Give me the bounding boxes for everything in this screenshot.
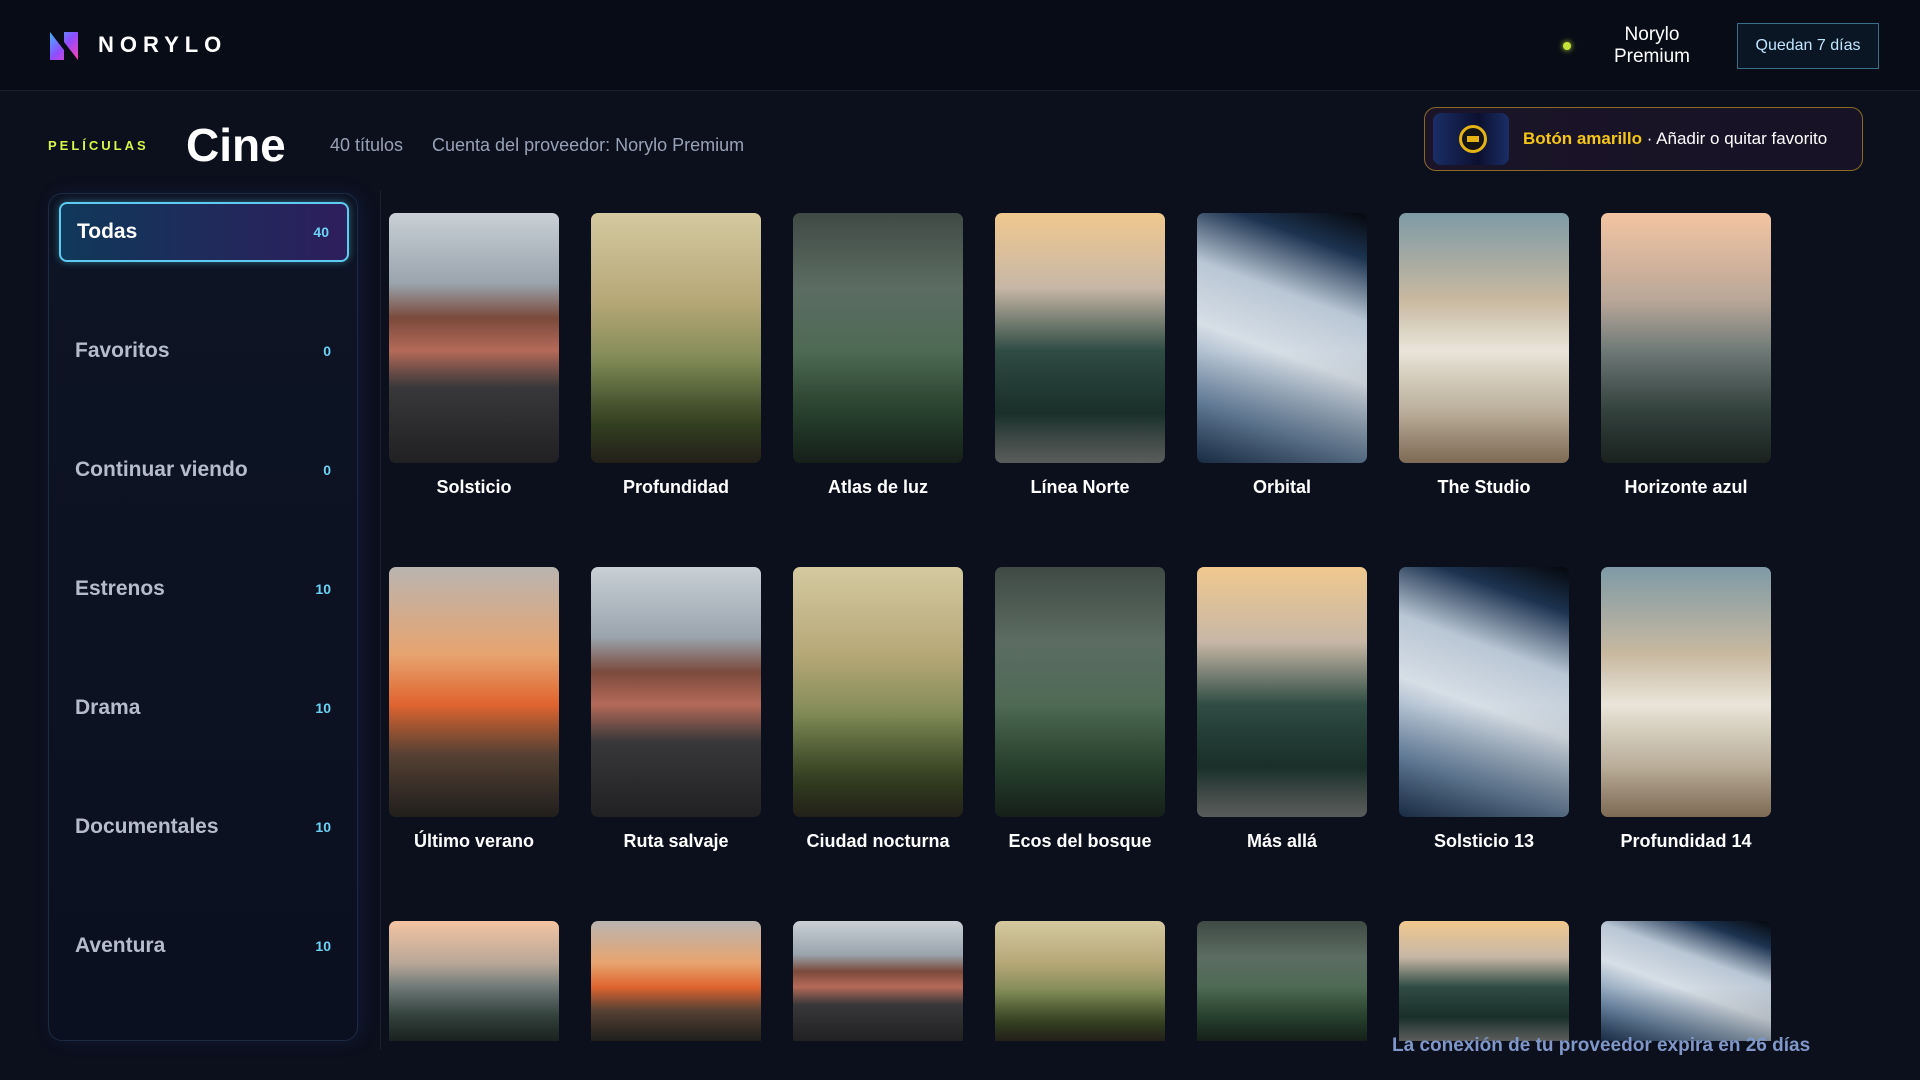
movie-poster	[995, 567, 1165, 817]
movie-title: Orbital	[1252, 477, 1311, 497]
sidebar-item-aventura[interactable]: Aventura 10	[59, 916, 349, 976]
movie-poster	[1197, 567, 1367, 817]
movie-title: Solsticio 13	[1433, 831, 1535, 851]
movie-poster	[591, 921, 761, 1041]
movie-card[interactable]: Solsticio	[389, 213, 559, 498]
sidebar-item-count: 10	[315, 819, 331, 835]
movie-card[interactable]	[793, 921, 963, 1041]
trial-days-button[interactable]: Quedan 7 días	[1737, 23, 1879, 69]
hint-key: Botón amarillo	[1523, 129, 1643, 148]
movie-title: Horizonte azul	[1624, 477, 1748, 497]
movie-poster	[389, 921, 559, 1041]
movie-card[interactable]	[1601, 921, 1771, 1041]
page-title: Cine	[186, 119, 286, 171]
movie-card[interactable]	[591, 921, 761, 1041]
favorite-hint: Botón amarillo · Añadir o quitar favorit…	[1424, 107, 1863, 171]
movie-title: Profundidad	[623, 477, 729, 497]
movie-card[interactable]: Profundidad 14	[1601, 567, 1771, 852]
sidebar-item-favoritos[interactable]: Favoritos 0	[59, 321, 349, 381]
movie-title: Solsticio	[436, 477, 512, 497]
movie-card[interactable]: Último verano	[389, 567, 559, 852]
sidebar-item-documentales[interactable]: Documentales 10	[59, 797, 349, 857]
sidebar-item-todas[interactable]: Todas 40	[59, 202, 349, 262]
hint-text: Botón amarillo · Añadir o quitar favorit…	[1523, 129, 1827, 149]
movie-card[interactable]: Horizonte azul	[1601, 213, 1771, 498]
movie-poster	[793, 213, 963, 463]
sidebar-item-estrenos[interactable]: Estrenos 10	[59, 559, 349, 619]
movie-card[interactable]: Más allá	[1197, 567, 1367, 852]
movie-poster	[1601, 213, 1771, 463]
movie-card[interactable]: Profundidad	[591, 213, 761, 498]
sidebar-item-label: Aventura	[75, 934, 166, 957]
movie-poster	[1197, 213, 1367, 463]
movie-card[interactable]	[1399, 921, 1569, 1041]
movie-title: Ciudad nocturna	[806, 831, 950, 851]
movie-title: Ecos del bosque	[1008, 831, 1152, 851]
movie-card[interactable]	[995, 921, 1165, 1041]
movie-card[interactable]	[389, 921, 559, 1041]
movie-card[interactable]: Solsticio 13	[1399, 567, 1569, 852]
sidebar-item-count: 0	[323, 343, 331, 359]
sidebar-item-label: Favoritos	[75, 339, 170, 362]
movie-poster	[389, 213, 559, 463]
movie-title: Último verano	[413, 831, 535, 851]
connection-status-dot	[1563, 42, 1571, 50]
movie-title: Atlas de luz	[827, 477, 929, 497]
movie-card[interactable]: Ecos del bosque	[995, 567, 1165, 852]
sidebar-item-count: 10	[315, 700, 331, 716]
top-bar: NORYLO Norylo Premium Quedan 7 días	[0, 0, 1920, 91]
sidebar-item-count: 10	[315, 581, 331, 597]
movie-title: Profundidad 14	[1620, 831, 1752, 851]
provider-account: Cuenta del proveedor: Norylo Premium	[432, 135, 745, 155]
sidebar-item-label: Continuar viendo	[75, 458, 248, 481]
movie-title: Ruta salvaje	[623, 831, 729, 851]
brand-name: NORYLO	[98, 32, 228, 57]
movie-poster	[1399, 213, 1569, 463]
movie-title: Más allá	[1246, 831, 1318, 851]
sidebar-item-label: Drama	[75, 696, 141, 719]
movie-poster	[1399, 567, 1569, 817]
movie-poster	[591, 567, 761, 817]
movie-poster	[1399, 921, 1569, 1041]
movie-card[interactable]: Ciudad nocturna	[793, 567, 963, 852]
movie-card[interactable]: The Studio	[1399, 213, 1569, 498]
provider-expiry-message: La conexión de tu proveedor expira en 26…	[1392, 1035, 1811, 1056]
sidebar-item-count: 40	[313, 224, 329, 240]
sidebar-item-count: 10	[315, 938, 331, 954]
sidebar-item-count: 0	[323, 462, 331, 478]
category-sidebar: Todas 40 Favoritos 0 Continuar viendo 0 …	[48, 193, 358, 1041]
movie-poster	[793, 567, 963, 817]
sidebar-item-label: Documentales	[75, 815, 219, 838]
sidebar-item-drama[interactable]: Drama 10	[59, 678, 349, 738]
movie-poster	[591, 213, 761, 463]
section-eyebrow: PELÍCULAS	[48, 138, 149, 153]
movie-poster	[389, 567, 559, 817]
movie-poster	[1197, 921, 1367, 1041]
movie-poster	[995, 921, 1165, 1041]
remote-control-icon	[1433, 113, 1509, 165]
movie-card[interactable]: Ruta salvaje	[591, 567, 761, 852]
movie-poster	[793, 921, 963, 1041]
movie-card[interactable]: Línea Norte	[995, 213, 1165, 498]
movie-poster	[1601, 567, 1771, 817]
norylo-logo-icon	[50, 32, 78, 60]
sidebar-item-continuar-viendo[interactable]: Continuar viendo 0	[59, 440, 349, 500]
movie-title: The Studio	[1437, 477, 1531, 497]
sidebar-item-label: Todas	[77, 220, 138, 243]
plan-name: Norylo Premium	[1613, 24, 1690, 67]
movie-card[interactable]: Atlas de luz	[793, 213, 963, 498]
movie-poster	[995, 213, 1165, 463]
movie-card[interactable]	[1197, 921, 1367, 1041]
movie-title: Línea Norte	[1030, 477, 1130, 497]
titles-count: 40 títulos	[330, 135, 404, 155]
movie-poster	[1601, 921, 1771, 1041]
grid-divider	[380, 190, 381, 1050]
sidebar-item-label: Estrenos	[75, 577, 165, 600]
hint-action: · Añadir o quitar favorito	[1642, 129, 1828, 148]
movie-card[interactable]: Orbital	[1197, 213, 1367, 498]
